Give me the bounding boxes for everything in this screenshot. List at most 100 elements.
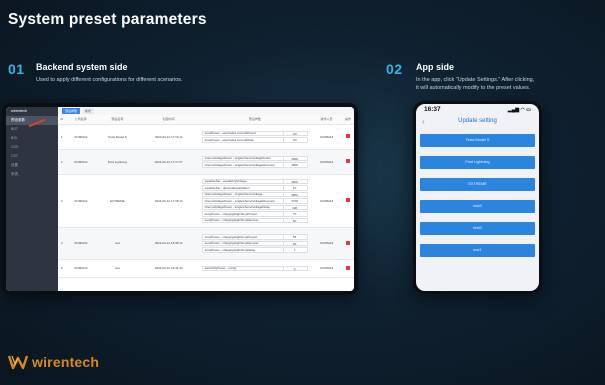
row-company: OOMMA3	[65, 174, 97, 228]
param-entry: chemoVoltagePower - singleChemoVoltage 39…	[201, 191, 309, 197]
sidebar-item[interactable]: CDS	[6, 143, 58, 152]
param-entry: equalizeSet - devicesEqualization 10	[201, 185, 309, 191]
admin-screen: wirentech 预设参数 BDT BSL CDS CST 设置 系统 预设参数 新增 ID 公…	[6, 107, 354, 291]
row-params: equalizeSet - equalizingVoltage 3900 equal…	[198, 174, 312, 228]
table-row: 5 OOMMA3 test 2024-03-12 18:41:33 electricit…	[58, 259, 354, 278]
param-value[interactable]: 3900	[283, 156, 305, 161]
row-actions	[341, 227, 354, 260]
app-navbar: ‹ Update setting	[416, 115, 539, 128]
preset-button[interactable]: test1	[420, 244, 535, 257]
table-header-row: ID 公司名称 预设名称 创建时间 预设参数 操作人员 操作	[58, 115, 354, 125]
app-title: Update setting	[458, 118, 497, 124]
row-name: test	[96, 227, 139, 260]
param-key: tempPower - chargingHighTempDelay	[204, 247, 256, 252]
status-icons: ▂▄▆ ◠ ▭	[507, 106, 531, 113]
page-title: System preset parameters	[8, 11, 207, 28]
row-actions	[341, 124, 354, 150]
sidebar-item[interactable]: BSL	[6, 134, 58, 143]
sidebar-item[interactable]: CST	[6, 152, 58, 161]
param-entry: tempPower - chargingHighTempRecover 60	[201, 217, 309, 223]
preset-button[interactable]: Ford Lightning	[420, 156, 535, 169]
row-name: test	[96, 259, 139, 278]
table-row: 3 OOMMA3 EXTREME 2024-03-12 17:18:13 equaliz…	[58, 174, 354, 228]
param-value[interactable]: 1	[283, 248, 305, 252]
table-row: 2 OOMMA3 Ford Lightning 2024-03-12 17:17:07…	[58, 149, 354, 175]
row-params: tempPower - chargingHighTempProtect 55 tem…	[198, 227, 312, 260]
section-2-number: 02	[386, 61, 403, 77]
row-operator: OOMMA3	[311, 124, 342, 150]
delete-icon[interactable]	[345, 265, 350, 270]
preset-button[interactable]: test3	[420, 222, 535, 235]
laptop-mockup: wirentech 预设参数 BDT BSL CDS CST 设置 系统 预设参数 新增 ID 公…	[2, 103, 358, 295]
row-operator: OOMMA3	[311, 174, 342, 228]
param-entry: chemoVoltagePower - singleChemoVoltageRe…	[201, 198, 309, 204]
param-key: tempPower - chargingHighTempRecover	[204, 241, 259, 246]
param-value[interactable]: 3700	[283, 199, 305, 203]
row-company: OOMMA3	[65, 259, 97, 278]
param-key: tempPower - chargingHighTempProtect	[204, 234, 257, 239]
sidebar-item[interactable]: 设置	[6, 161, 58, 170]
param-entry: tempPower - chargingHighTempProtect 55	[201, 234, 309, 240]
row-company: OOMMA3	[65, 149, 97, 175]
row-name: Tesla Model S	[96, 124, 139, 150]
row-actions	[341, 174, 354, 228]
row-time: 2024-03-12 17:18:13	[138, 174, 199, 228]
param-value[interactable]: 3900	[283, 179, 305, 184]
param-entry: tempPower - chargingHighTempRecover 50	[201, 240, 309, 246]
param-key: chemoVoltagePower - singleChemoVoltageDe…	[204, 205, 270, 210]
table-row: 1 OOMMA3 Tesla Model S 2024-03-12 17:16:11 t…	[58, 124, 354, 150]
param-value[interactable]: -50	[283, 131, 305, 136]
preset-table: ID 公司名称 预设名称 创建时间 预设参数 操作人员 操作 1 OOMMA3 Tesla Mo…	[58, 115, 354, 278]
param-value[interactable]: 100	[283, 205, 305, 210]
admin-main: 预设参数 新增 ID 公司名称 预设名称 创建时间 预设参数 操作人员 操作 1 OOMMA3 T…	[58, 107, 354, 291]
param-key: tempPower - electrodes currentPulse	[204, 137, 254, 142]
param-value[interactable]: 50	[283, 241, 305, 246]
back-chevron-icon[interactable]: ‹	[422, 115, 425, 128]
section-1-number: 01	[8, 61, 25, 77]
param-entry: chemoVoltagePower - singleChemoVoltageRe…	[201, 162, 309, 168]
param-entry: chemoVoltagePower - singleChemoVoltagePo…	[201, 155, 309, 161]
app-screen: 16:37 ▂▄▆ ◠ ▭ ‹ Update setting Tesla Mod…	[416, 104, 539, 291]
param-value[interactable]: 10	[283, 186, 305, 190]
param-value[interactable]: 55	[283, 235, 305, 239]
column-header: ID	[58, 115, 66, 125]
status-time: 16:37	[424, 106, 441, 113]
param-value[interactable]: 0	[283, 266, 305, 271]
row-name: Ford Lightning	[96, 149, 139, 175]
param-key: tempPower - chargingHighTempRecover	[204, 218, 259, 223]
table-row: 4 OOMMA3 test 2024-03-12 18:38:14 tempPower …	[58, 227, 354, 260]
param-value[interactable]: 70	[283, 212, 305, 216]
column-header: 预设名称	[96, 115, 139, 125]
param-value[interactable]: 60	[283, 218, 305, 223]
delete-icon[interactable]	[345, 198, 350, 203]
preset-button[interactable]: Tesla Model S	[420, 134, 535, 147]
preset-button[interactable]: test3	[420, 200, 535, 213]
admin-sidebar: wirentech 预设参数 BDT BSL CDS CST 设置 系统	[6, 107, 58, 291]
section-1-title: Backend system side	[36, 62, 128, 72]
param-value[interactable]: -60	[283, 138, 305, 142]
param-value[interactable]: 3800	[283, 163, 305, 167]
row-operator: OOMMA3	[311, 259, 342, 278]
row-id: 2	[58, 149, 66, 175]
admin-tab[interactable]: 新增	[82, 108, 95, 114]
phone-mockup: 16:37 ▂▄▆ ◠ ▭ ‹ Update setting Tesla Mod…	[413, 101, 542, 294]
sidebar-item[interactable]: BDT	[6, 125, 58, 134]
row-time: 2024-03-12 17:16:11	[138, 124, 199, 150]
param-key: chemoVoltagePower - singleChemoVoltageRe…	[204, 162, 275, 167]
param-key: chemoVoltagePower - singleChemoVoltage	[204, 192, 263, 197]
sidebar-item[interactable]: wirentech	[6, 107, 58, 116]
delete-icon[interactable]	[345, 240, 350, 245]
row-operator: OOMMA3	[311, 227, 342, 260]
admin-tab[interactable]: 预设参数	[62, 108, 81, 114]
sidebar-item[interactable]: 系统	[6, 170, 58, 179]
preset-button[interactable]: EXTREME	[420, 178, 535, 191]
column-header: 预设参数	[198, 115, 312, 125]
param-entry: chemoVoltagePower - singleChemoVoltageDe…	[201, 204, 309, 210]
delete-icon[interactable]	[345, 134, 350, 138]
row-time: 2024-03-12 18:41:33	[138, 259, 199, 278]
column-header: 创建时间	[138, 115, 199, 125]
param-value[interactable]: 3900	[283, 192, 305, 197]
param-entry: equalizeSet - equalizingVoltage 3900	[201, 178, 309, 184]
delete-icon[interactable]	[345, 159, 350, 163]
row-actions	[341, 149, 354, 175]
